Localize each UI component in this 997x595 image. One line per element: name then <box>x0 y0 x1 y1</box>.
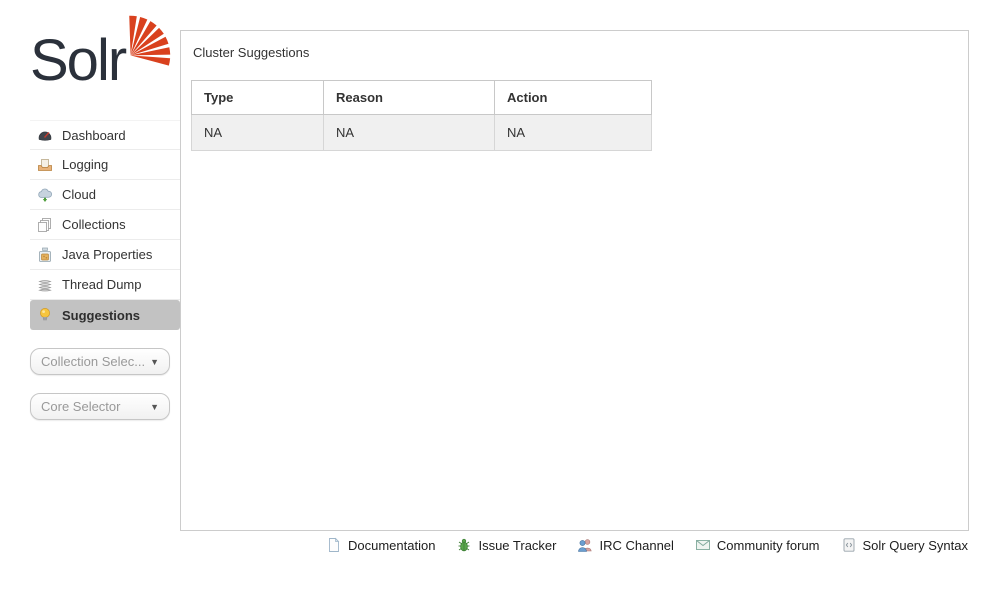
sidebar-item-label: Collections <box>62 217 126 232</box>
java-properties-icon <box>37 247 53 263</box>
content-panel: Cluster Suggestions Type Reason Action N… <box>180 30 969 531</box>
logging-icon <box>37 157 53 173</box>
core-selector-label: Core Selector <box>41 399 120 414</box>
collection-selector-dropdown[interactable]: Collection Selec... ▼ <box>30 348 170 375</box>
irc-channel-link[interactable]: IRC Channel <box>577 537 673 553</box>
cell-type: NA <box>192 115 324 151</box>
cell-reason: NA <box>324 115 495 151</box>
footer-link-label: Solr Query Syntax <box>863 538 969 553</box>
thread-dump-icon <box>37 277 53 293</box>
footer-link-label: Issue Tracker <box>478 538 556 553</box>
cluster-suggestions-table: Type Reason Action NA NA NA <box>191 80 652 151</box>
solr-logo-text: Solr <box>30 28 125 93</box>
irc-channel-icon <box>577 537 593 553</box>
sidebar-menu: Dashboard Logging Cloud Collections <box>30 120 180 330</box>
footer-link-label: Documentation <box>348 538 435 553</box>
query-syntax-icon <box>841 537 857 553</box>
chevron-down-icon: ▼ <box>150 357 159 367</box>
column-header-action: Action <box>495 81 652 115</box>
sidebar-item-label: Logging <box>62 157 108 172</box>
issue-tracker-link[interactable]: Issue Tracker <box>456 537 556 553</box>
community-forum-icon <box>695 537 711 553</box>
sidebar-item-label: Cloud <box>62 187 96 202</box>
sidebar-item-cloud[interactable]: Cloud <box>30 180 180 210</box>
footer-link-label: Community forum <box>717 538 820 553</box>
cell-action: NA <box>495 115 652 151</box>
documentation-icon <box>326 537 342 553</box>
column-header-reason: Reason <box>324 81 495 115</box>
collections-icon <box>37 217 53 233</box>
issue-tracker-icon <box>456 537 472 553</box>
documentation-link[interactable]: Documentation <box>326 537 435 553</box>
column-header-type: Type <box>192 81 324 115</box>
table-row: NA NA NA <box>192 115 652 151</box>
footer-link-label: IRC Channel <box>599 538 673 553</box>
sidebar-item-thread-dump[interactable]: Thread Dump <box>30 270 180 300</box>
community-forum-link[interactable]: Community forum <box>695 537 820 553</box>
collection-selector-label: Collection Selec... <box>41 354 145 369</box>
sidebar-item-suggestions[interactable]: Suggestions <box>30 300 180 330</box>
core-selector-dropdown[interactable]: Core Selector ▼ <box>30 393 170 420</box>
footer-links: Documentation Issue Tracker IRC Channel … <box>180 537 968 553</box>
solr-flare-icon <box>118 14 172 68</box>
page-title: Cluster Suggestions <box>193 45 309 60</box>
sidebar-item-collections[interactable]: Collections <box>30 210 180 240</box>
sidebar-item-logging[interactable]: Logging <box>30 150 180 180</box>
dashboard-icon <box>37 127 53 143</box>
cloud-icon <box>37 187 53 203</box>
sidebar-item-label: Dashboard <box>62 128 126 143</box>
sidebar-item-label: Thread Dump <box>62 277 141 292</box>
sidebar-item-java-properties[interactable]: Java Properties <box>30 240 180 270</box>
table-header-row: Type Reason Action <box>192 81 652 115</box>
solr-query-syntax-link[interactable]: Solr Query Syntax <box>841 537 969 553</box>
sidebar-item-label: Suggestions <box>62 308 140 323</box>
solr-logo[interactable]: Solr <box>30 26 170 106</box>
sidebar-item-label: Java Properties <box>62 247 152 262</box>
chevron-down-icon: ▼ <box>150 402 159 412</box>
suggestions-icon <box>37 307 53 323</box>
sidebar-item-dashboard[interactable]: Dashboard <box>30 120 180 150</box>
